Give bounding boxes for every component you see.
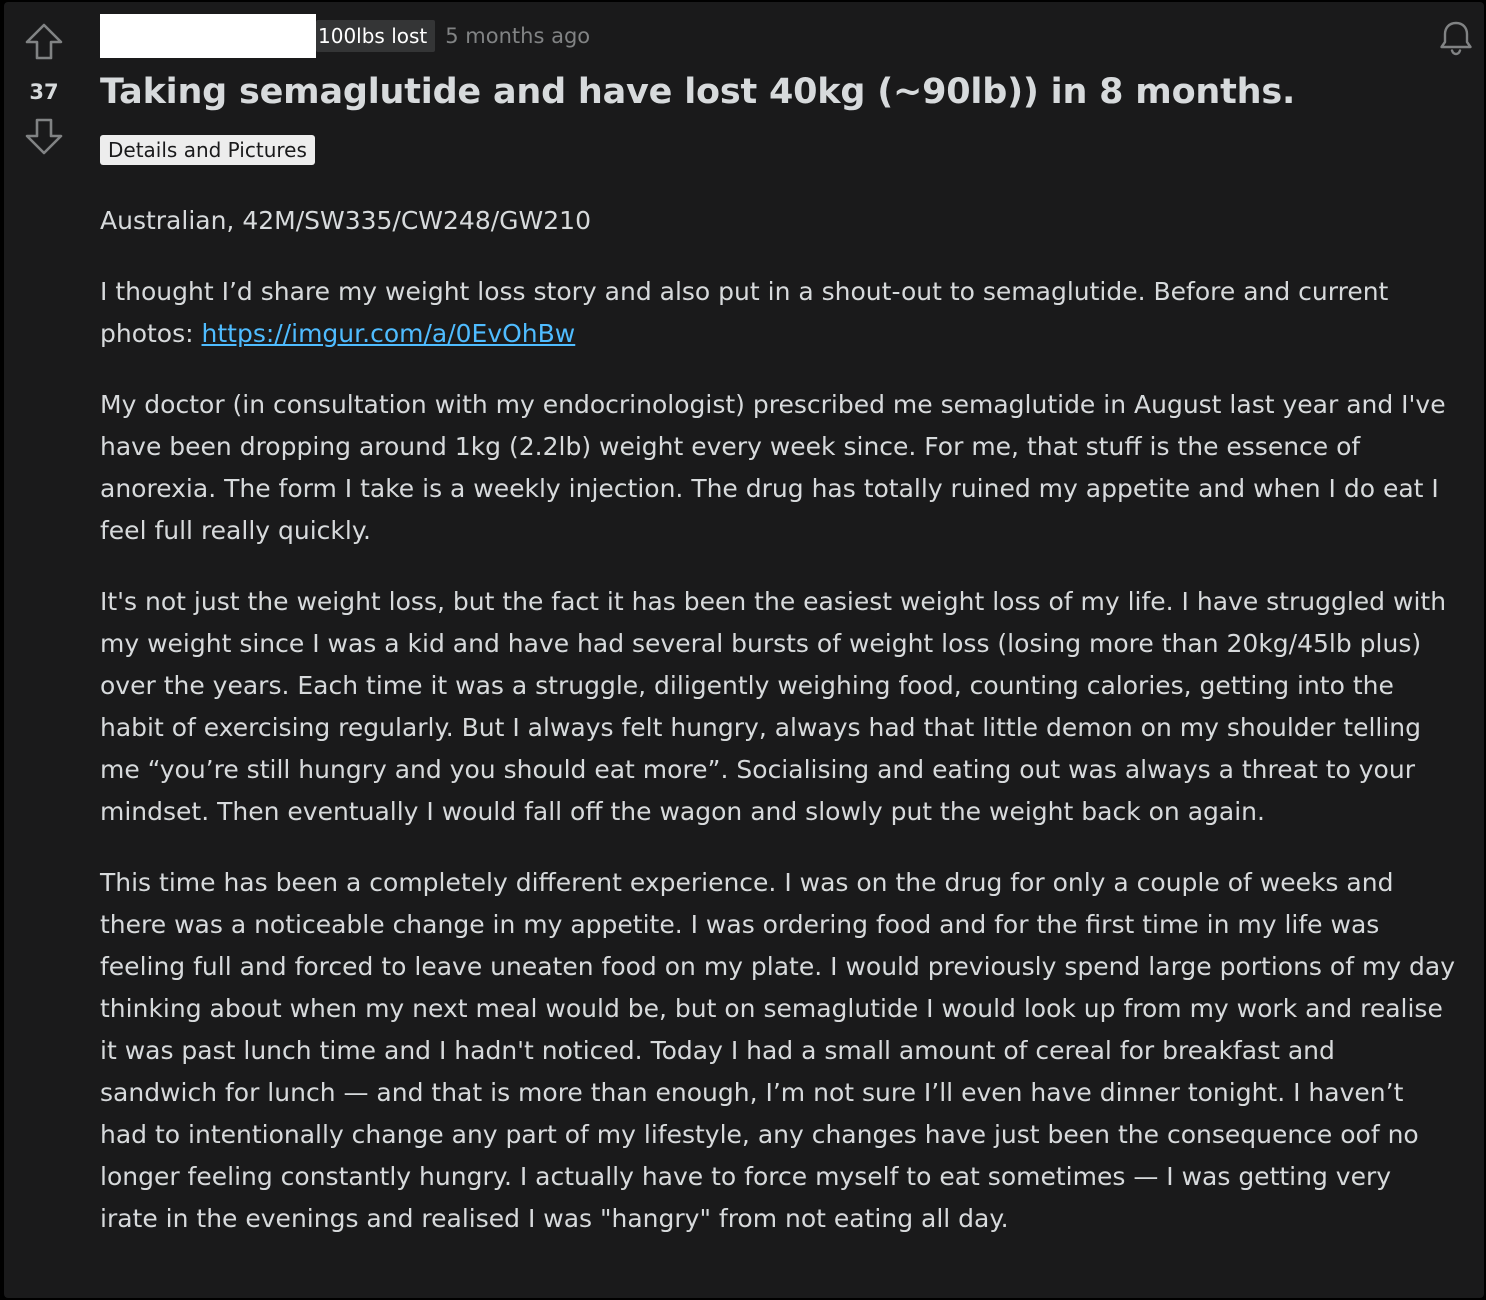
body-paragraph-4: It's not just the weight loss, but the f… (100, 587, 1447, 826)
downvote-button[interactable] (22, 114, 66, 158)
post-title: Taking semaglutide and have lost 40kg (~… (100, 72, 1296, 112)
upvote-button[interactable] (22, 20, 66, 64)
upvote-arrow-icon (25, 23, 63, 60)
notify-button[interactable] (1436, 18, 1476, 58)
post-body: Australian, 42M/SW335/CW248/GW210 I thou… (100, 200, 1456, 1269)
redacted-username (100, 14, 316, 58)
downvote-arrow-icon (25, 118, 63, 155)
body-paragraph-3: My doctor (in consultation with my endoc… (100, 390, 1446, 545)
body-paragraph-5: This time has been a completely differen… (100, 868, 1456, 1233)
vote-column: 37 (22, 20, 66, 158)
post-timestamp[interactable]: 5 months ago (445, 24, 590, 48)
body-paragraph-1: Australian, 42M/SW335/CW248/GW210 (100, 206, 591, 235)
post-meta: 100lbs lost 5 months ago (100, 14, 590, 58)
bell-icon (1440, 21, 1472, 56)
imgur-link[interactable]: https://imgur.com/a/0EvOhBw (202, 319, 576, 348)
vote-count: 37 (29, 80, 59, 104)
post-flair[interactable]: Details and Pictures (100, 135, 315, 165)
author-flair: 100lbs lost (316, 20, 436, 52)
body-paragraph-2: I thought I’d share my weight loss story… (100, 271, 1456, 355)
post-card: 37 100lbs lost 5 months ago Taking semag… (4, 2, 1484, 1298)
